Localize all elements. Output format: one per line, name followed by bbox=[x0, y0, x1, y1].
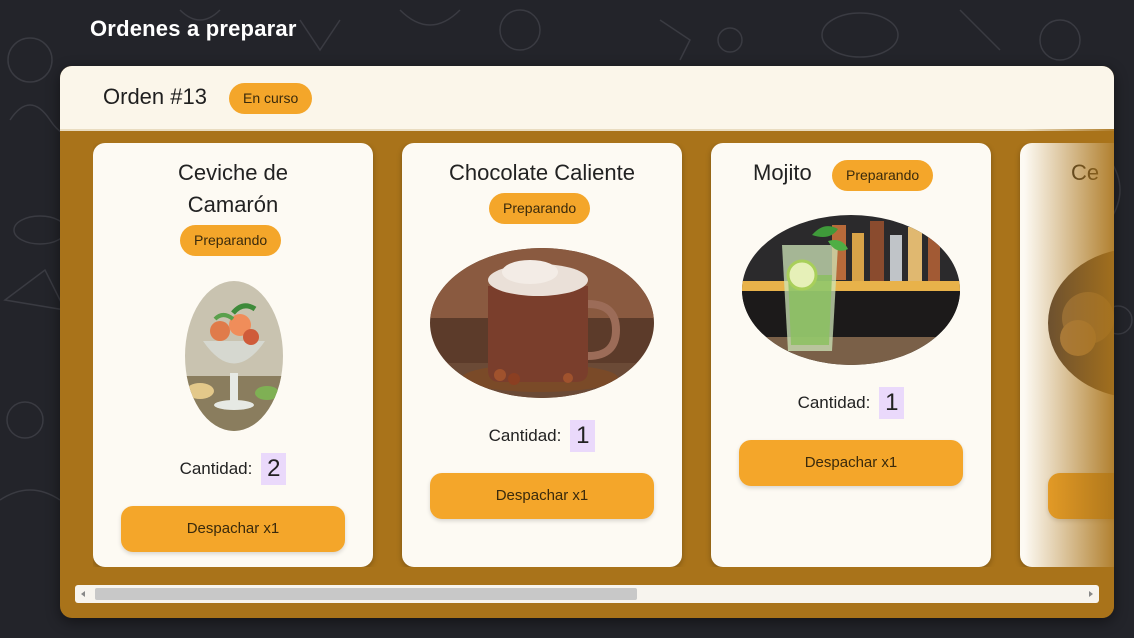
quantity-value: 1 bbox=[570, 420, 596, 452]
order-item-card: Chocolate Caliente Preparando Cantidad: … bbox=[402, 143, 682, 567]
item-name-line1: Ceviche de bbox=[177, 160, 289, 185]
ceviche-plate-image bbox=[1048, 248, 1114, 398]
ceviche-glass-image bbox=[185, 281, 283, 431]
order-header: Orden #13 En curso bbox=[60, 66, 1114, 131]
scrollbar-thumb[interactable] bbox=[95, 588, 637, 600]
item-name: Mojito bbox=[753, 160, 812, 185]
quantity-label: Cantidad: bbox=[797, 393, 871, 412]
item-quantity: Cantidad: 1 bbox=[711, 387, 991, 419]
item-status-badge: Preparando bbox=[489, 193, 591, 224]
horizontal-scrollbar[interactable] bbox=[75, 585, 1099, 603]
scroll-left-arrow-icon[interactable] bbox=[81, 591, 85, 597]
order-panel: Orden #13 En curso Ceviche de Camarón Pr… bbox=[60, 66, 1114, 618]
dispatch-button[interactable]: Despachar x1 bbox=[121, 506, 345, 552]
mojito-glass-image bbox=[742, 215, 960, 365]
scroll-right-arrow-icon[interactable] bbox=[1089, 591, 1093, 597]
quantity-value: 1 bbox=[879, 387, 905, 419]
order-item-card: Mojito Preparando Cantidad: 1 Despachar … bbox=[711, 143, 991, 567]
item-name-line2: Camarón bbox=[187, 192, 279, 217]
order-item-card: Ceviche de Camarón Preparando Cantidad: … bbox=[93, 143, 373, 567]
dispatch-button[interactable]: Despachar x1 bbox=[430, 473, 654, 519]
item-status-badge: Preparando bbox=[832, 160, 934, 191]
order-title: Orden #13 bbox=[103, 84, 207, 109]
quantity-label: Cantidad: bbox=[488, 426, 562, 445]
item-quantity: Cantidad: 2 bbox=[93, 453, 373, 485]
item-name: Ce bbox=[1071, 160, 1100, 185]
order-item-card: Ce bbox=[1020, 143, 1114, 567]
page-title: Ordenes a preparar bbox=[90, 16, 297, 41]
dispatch-button[interactable]: Despachar x1 bbox=[739, 440, 963, 486]
order-status-badge: En curso bbox=[229, 83, 313, 114]
quantity-value: 2 bbox=[261, 453, 287, 485]
hot-chocolate-mug-image bbox=[430, 248, 654, 398]
quantity-label: Cantidad: bbox=[179, 459, 253, 478]
item-quantity: Cantidad: 1 bbox=[402, 420, 682, 452]
dispatch-button[interactable] bbox=[1048, 473, 1114, 519]
item-name: Chocolate Caliente bbox=[449, 160, 635, 185]
item-status-badge: Preparando bbox=[180, 225, 282, 256]
order-items-list[interactable]: Ceviche de Camarón Preparando Cantidad: … bbox=[93, 143, 1114, 567]
